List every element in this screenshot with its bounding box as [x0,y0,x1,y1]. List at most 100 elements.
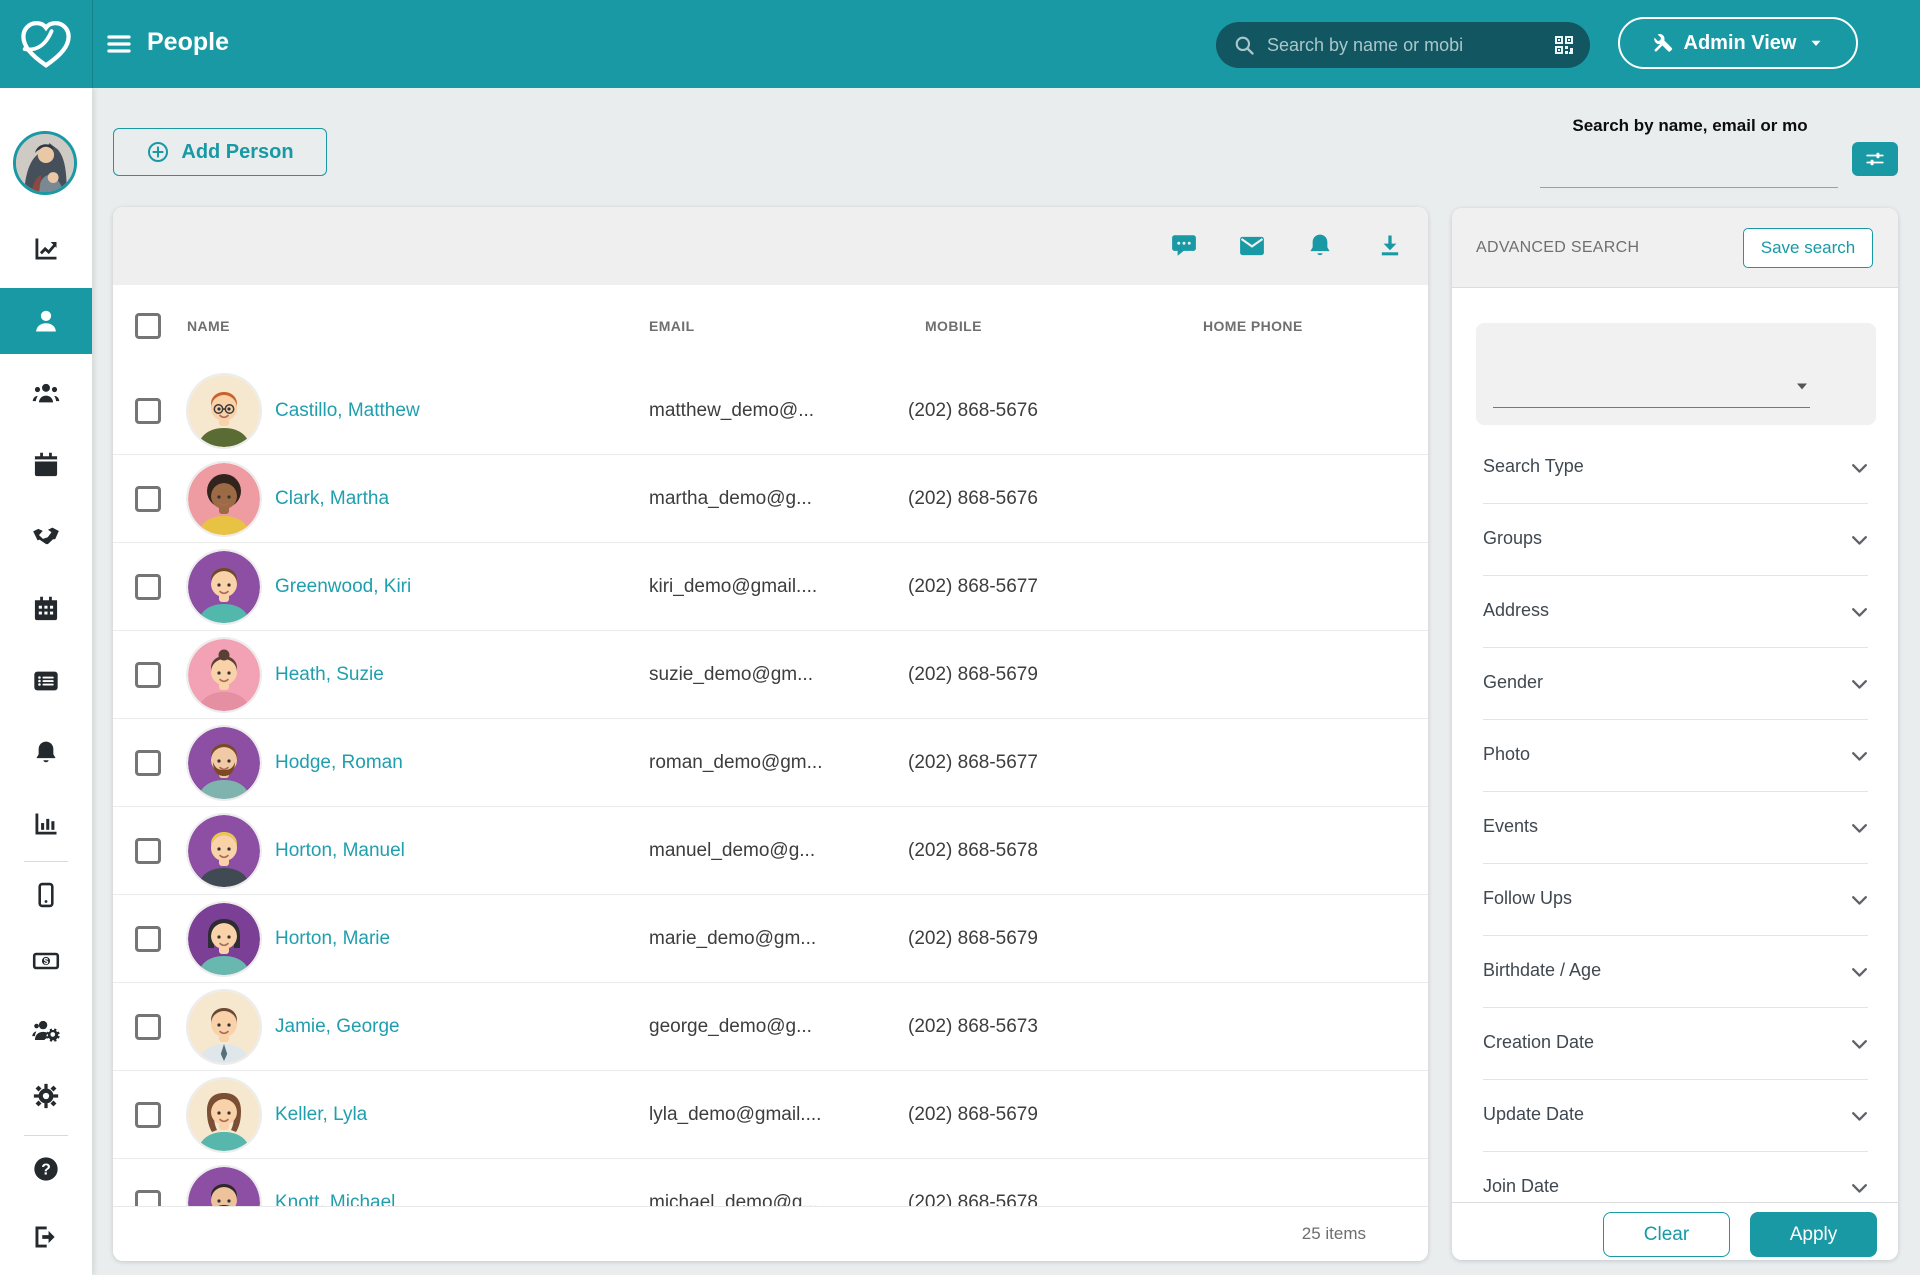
sidebar-item-help[interactable]: ? [0,1136,92,1202]
sidebar-item-people[interactable] [0,288,92,354]
filter-section-photo[interactable]: Photo [1452,720,1898,792]
row-checkbox[interactable] [135,838,161,864]
sidebar-item-reports[interactable] [0,791,92,857]
person-name-link[interactable]: Heath, Suzie [275,631,384,718]
sidebar-item-mobile-app[interactable] [0,862,92,928]
chevron-down-icon [1848,601,1871,624]
sidebar-item-notifications[interactable] [0,720,92,786]
calendar-icon [32,451,60,479]
sidebar-item-giving[interactable]: $ [0,928,92,994]
sidebar-item-admin-users[interactable] [0,997,92,1063]
sidebar-item-dashboard[interactable] [0,216,92,282]
row-menu-button[interactable] [1371,922,1413,954]
row-menu-button[interactable] [1371,658,1413,690]
admin-view-label: Admin View [1684,32,1797,55]
table-row: Clark, Martha martha_demo@g... (202) 868… [113,455,1428,543]
sidebar-item-groups[interactable] [0,360,92,426]
export-download-button[interactable] [1376,231,1406,261]
heart-leaf-logo-icon [17,15,75,73]
save-search-button[interactable]: Save search [1743,228,1873,268]
svg-text:$: $ [44,957,49,966]
people-gear-icon [32,1016,60,1044]
person-name-link[interactable]: Clark, Martha [275,455,389,542]
row-checkbox[interactable] [135,574,161,600]
add-person-button[interactable]: Add Person [113,128,327,176]
filter-section-groups[interactable]: Groups [1452,504,1898,576]
quick-search-input[interactable] [1540,187,1838,188]
sidebar-item-settings[interactable] [0,1063,92,1129]
person-mobile: (202) 868-5677 [908,719,1038,806]
filter-section-creation-date[interactable]: Creation Date [1452,1008,1898,1080]
column-header-email[interactable]: EMAIL [649,318,695,334]
send-notification-button[interactable] [1306,231,1336,261]
row-menu-button[interactable] [1371,834,1413,866]
search-icon [1233,34,1256,57]
person-name-link[interactable]: Horton, Marie [275,895,390,982]
quick-search-label: Search by name, email or mo [1540,116,1840,136]
sidebar-item-calendar[interactable] [0,432,92,498]
row-checkbox[interactable] [135,750,161,776]
person-name-link[interactable]: Castillo, Matthew [275,367,420,454]
person-name-link[interactable]: Keller, Lyla [275,1071,367,1158]
column-header-home-phone[interactable]: HOME PHONE [1203,318,1303,334]
global-search-input[interactable]: Search by name or mobi [1216,22,1590,68]
filter-section-update-date[interactable]: Update Date [1452,1080,1898,1152]
sidebar-item-lists[interactable] [0,648,92,714]
person-name-link[interactable]: Horton, Manuel [275,807,405,894]
row-checkbox[interactable] [135,1014,161,1040]
row-checkbox[interactable] [135,662,161,688]
filter-section-label: Update Date [1483,1104,1584,1125]
chevron-down-icon [1848,529,1871,552]
chevron-down-icon [1848,961,1871,984]
profile-avatar[interactable] [13,131,77,195]
qr-code-icon[interactable] [1552,33,1576,57]
table-row: Castillo, Matthew matthew_demo@... (202)… [113,367,1428,455]
apply-button[interactable]: Apply [1750,1212,1877,1257]
row-checkbox[interactable] [135,398,161,424]
row-checkbox[interactable] [135,486,161,512]
send-email-button[interactable] [1238,231,1268,261]
filter-section-gender[interactable]: Gender [1452,648,1898,720]
row-menu-button[interactable] [1371,570,1413,602]
saved-search-select[interactable] [1476,323,1876,425]
person-mobile: (202) 868-5678 [908,807,1038,894]
person-avatar [188,991,260,1063]
clear-button[interactable]: Clear [1603,1212,1730,1257]
person-name-link[interactable]: Greenwood, Kiri [275,543,411,630]
filter-section-search-type[interactable]: Search Type [1452,432,1898,504]
column-header-name[interactable]: NAME [187,318,230,334]
add-person-label: Add Person [181,141,293,164]
filter-button[interactable] [1852,142,1898,176]
column-header-mobile[interactable]: MOBILE [925,318,982,334]
filter-section-birthdate-age[interactable]: Birthdate / Age [1452,936,1898,1008]
row-menu-button[interactable] [1371,482,1413,514]
row-menu-button[interactable] [1371,1010,1413,1042]
person-avatar [188,375,260,447]
menu-icon[interactable] [105,30,133,58]
row-checkbox[interactable] [135,1102,161,1128]
sidebar-item-schedule[interactable] [0,576,92,642]
table-header-row: NAME EMAIL MOBILE HOME PHONE [113,285,1428,368]
sidebar-item-logout[interactable] [0,1204,92,1270]
row-checkbox[interactable] [135,926,161,952]
select-all-checkbox[interactable] [135,313,161,339]
row-menu-button[interactable] [1371,1098,1413,1130]
sidebar-item-engagement[interactable] [0,504,92,570]
list-icon [32,667,60,695]
person-name-link[interactable]: Jamie, George [275,983,400,1070]
envelope-icon [1238,232,1268,260]
person-name-link[interactable]: Hodge, Roman [275,719,403,806]
row-menu-button[interactable] [1371,746,1413,778]
person-mobile: (202) 868-5676 [908,455,1038,542]
filter-section-follow-ups[interactable]: Follow Ups [1452,864,1898,936]
app-header: People Search by name or mobi Admin View [0,0,1920,88]
gear-icon [32,1082,60,1110]
send-sms-button[interactable] [1170,231,1200,261]
filter-section-address[interactable]: Address [1452,576,1898,648]
admin-view-button[interactable]: Admin View [1618,17,1858,69]
chart-line-icon [32,235,60,263]
row-menu-button[interactable] [1371,394,1413,426]
filter-section-events[interactable]: Events [1452,792,1898,864]
person-avatar [188,815,260,887]
table-row: Horton, Manuel manuel_demo@g... (202) 86… [113,807,1428,895]
